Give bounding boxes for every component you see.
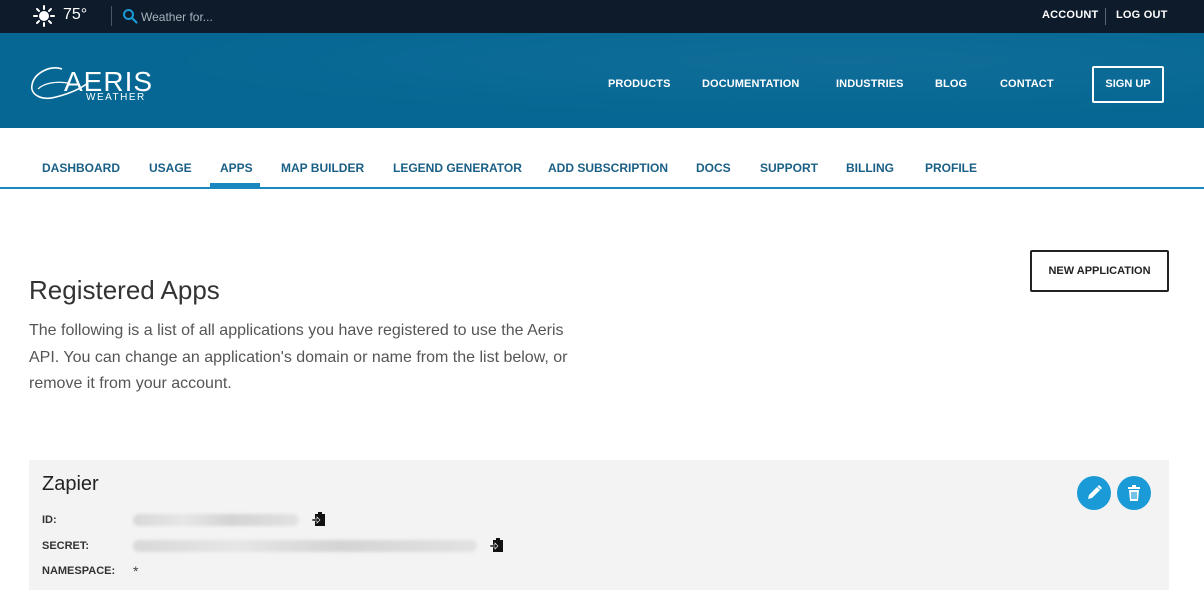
- nav-blog[interactable]: BLOG: [935, 78, 967, 90]
- current-temperature: 75°: [63, 6, 88, 23]
- intro-paragraph: The following is a list of all applicati…: [29, 322, 568, 392]
- id-label: ID:: [42, 514, 57, 526]
- tab-docs[interactable]: DOCS: [696, 161, 731, 175]
- new-application-button[interactable]: NEW APPLICATION: [1030, 250, 1169, 292]
- namespace-value: *: [133, 563, 139, 579]
- divider: [1105, 8, 1106, 25]
- nav-industries[interactable]: INDUSTRIES: [836, 78, 904, 90]
- tab-apps[interactable]: APPS: [220, 161, 253, 175]
- clipboard-copy-icon[interactable]: [311, 511, 327, 527]
- divider: [111, 6, 112, 26]
- app-secret-value: [133, 540, 477, 552]
- delete-app-button[interactable]: [1117, 476, 1151, 510]
- tab-map-builder[interactable]: MAP BUILDER: [281, 161, 364, 175]
- pencil-icon: [1088, 485, 1102, 499]
- clipboard-copy-icon[interactable]: [489, 537, 505, 553]
- nav-documentation[interactable]: DOCUMENTATION: [702, 78, 799, 90]
- tab-dashboard[interactable]: DASHBOARD: [42, 161, 120, 175]
- page-title: Registered Apps: [29, 275, 220, 305]
- sun-icon: [33, 5, 55, 27]
- top-utility-bar: 75° ACCOUNT LOG OUT: [0, 0, 1204, 33]
- tab-legend-generator[interactable]: LEGEND GENERATOR: [393, 161, 522, 175]
- tab-add-subscription[interactable]: ADD SUBSCRIPTION: [548, 161, 668, 175]
- logo-subtitle: WEATHER: [86, 92, 146, 103]
- edit-app-button[interactable]: [1077, 476, 1111, 510]
- tab-billing[interactable]: BILLING: [846, 161, 894, 175]
- site-header: AERIS WEATHER PRODUCTS DOCUMENTATION IND…: [0, 33, 1204, 128]
- nav-contact[interactable]: CONTACT: [1000, 78, 1054, 90]
- app-id-value: [133, 514, 299, 526]
- app-name: Zapier: [42, 473, 99, 495]
- namespace-label: NAMESPACE:: [42, 565, 116, 577]
- trash-icon: [1128, 485, 1140, 501]
- sign-up-button[interactable]: SIGN UP: [1092, 66, 1164, 103]
- subnav-underline: [0, 187, 1204, 189]
- aeris-weather-logo[interactable]: AERIS WEATHER: [28, 59, 158, 105]
- nav-products[interactable]: PRODUCTS: [608, 78, 671, 90]
- search-icon[interactable]: [122, 8, 138, 24]
- account-link[interactable]: ACCOUNT: [1042, 9, 1098, 21]
- weather-search-input[interactable]: [141, 7, 301, 26]
- tab-support[interactable]: SUPPORT: [760, 161, 818, 175]
- tab-usage[interactable]: USAGE: [149, 161, 192, 175]
- app-card: Zapier ID: SECRET: NAMESPACE: *: [29, 460, 1169, 590]
- logout-link[interactable]: LOG OUT: [1116, 9, 1168, 21]
- tab-profile[interactable]: PROFILE: [925, 161, 977, 175]
- active-tab-indicator: [210, 183, 260, 187]
- secret-label: SECRET:: [42, 540, 90, 552]
